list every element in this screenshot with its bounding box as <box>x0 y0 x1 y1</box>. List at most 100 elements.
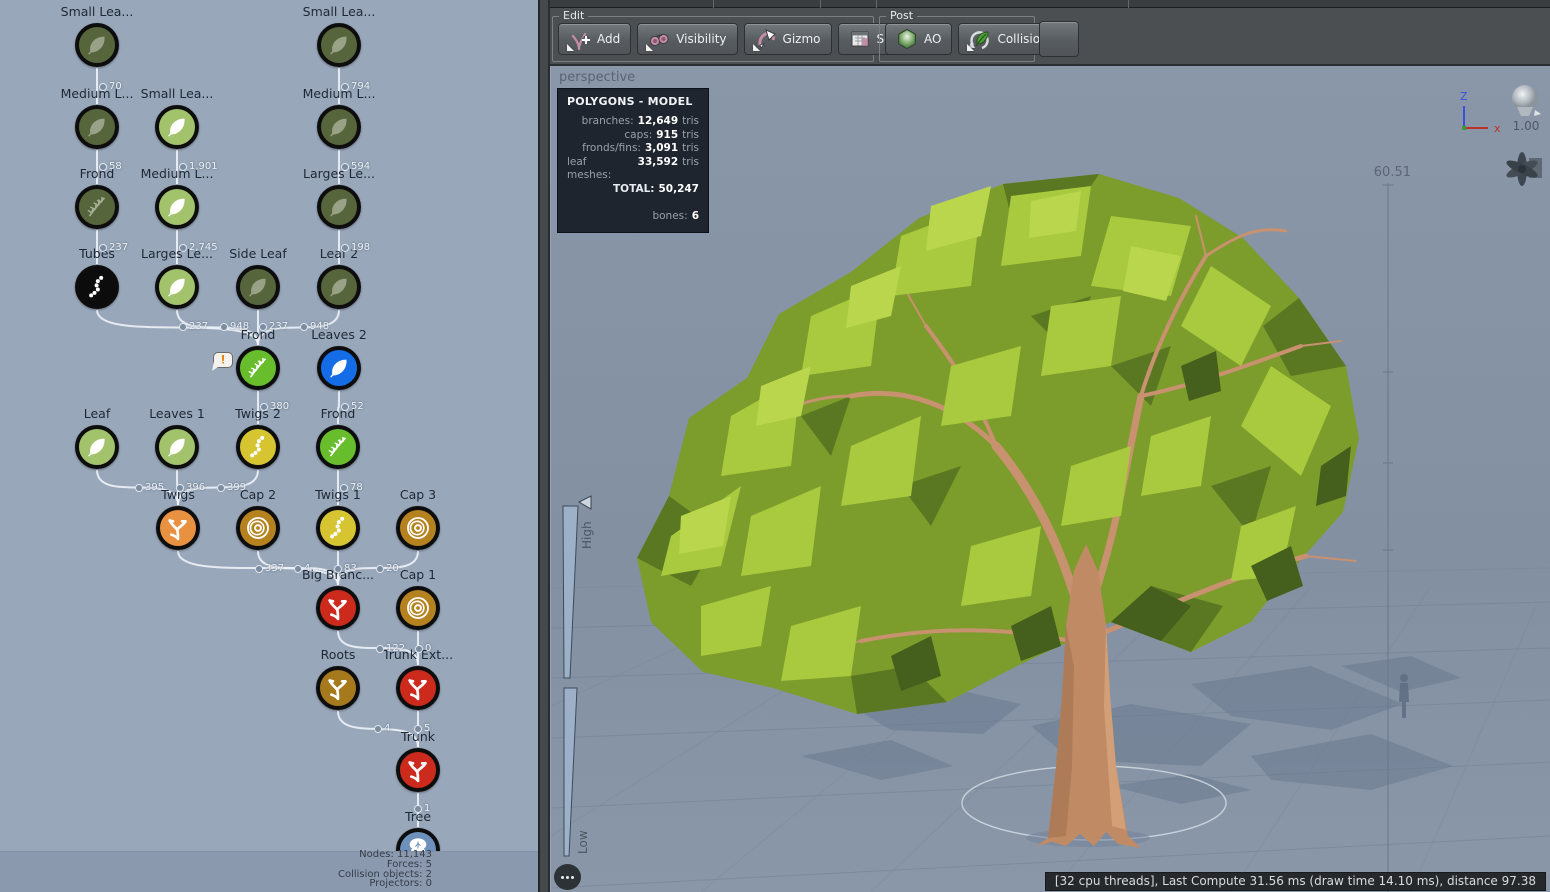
lod-high-label: High <box>580 521 594 549</box>
edge-count-label: 594 <box>341 161 370 172</box>
visibility-button[interactable]: Visibility <box>637 23 737 55</box>
edge-count-label: 52 <box>341 401 364 412</box>
graph-node-tubes[interactable] <box>75 265 119 309</box>
gizmo-arrow-icon <box>755 28 777 50</box>
edge-count-label: 396 <box>176 482 205 493</box>
back-button[interactable] <box>1039 21 1079 57</box>
node-editor-footer: Nodes: 11,143Forces: 5Collision objects:… <box>0 851 538 892</box>
toolbar-group-post: PostAOCollision <box>879 16 1035 62</box>
tree-model[interactable] <box>637 174 1359 848</box>
edge-count-label: 122 <box>376 643 405 654</box>
toolbar: EditAddVisibilityGizmoSeasonPostAOCollis… <box>550 0 1550 66</box>
node-graph-panel[interactable]: Small Lea...Small Lea...Medium L...Small… <box>0 0 538 892</box>
button-label: Add <box>597 32 620 46</box>
node-edge <box>338 391 339 424</box>
graph-node-medium-l[interactable] <box>75 105 119 149</box>
graph-node-cap-1[interactable] <box>396 586 440 630</box>
graph-node-small-lea[interactable] <box>317 23 361 67</box>
graph-node-cap-2[interactable] <box>236 506 280 550</box>
lod-slider[interactable]: High Low <box>563 496 594 856</box>
graph-node-big-branc[interactable] <box>316 586 360 630</box>
graph-node-frond[interactable] <box>236 346 280 390</box>
polygons-panel: POLYGONS - MODEL branches:12,649triscaps… <box>557 88 709 233</box>
graph-node-small-lea[interactable] <box>155 105 199 149</box>
edge-count-label: 237 <box>259 321 288 332</box>
axis-gizmo: Z x <box>1460 90 1501 135</box>
ao-button[interactable]: AO <box>885 23 952 55</box>
3d-viewport[interactable]: perspective <box>550 66 1550 892</box>
wind-widget[interactable] <box>1504 152 1542 186</box>
polygon-stat-row: caps:915tris <box>567 129 699 143</box>
edge-count-label: 70 <box>99 81 122 92</box>
graph-node-frond[interactable] <box>75 185 119 229</box>
edge-count-label: 198 <box>341 242 370 253</box>
edge-count-label: 395 <box>135 482 164 493</box>
graph-node-leaf[interactable] <box>75 425 119 469</box>
light-widget[interactable]: 1.00 <box>1512 85 1541 133</box>
graph-node-twigs[interactable] <box>156 506 200 550</box>
warning-icon[interactable]: ! <box>213 352 233 368</box>
ao-hexagon-icon <box>896 28 918 50</box>
edge-count-label: 5 <box>414 723 430 734</box>
add-button[interactable]: Add <box>558 23 631 55</box>
right-pane: EditAddVisibilityGizmoSeasonPostAOCollis… <box>550 0 1550 892</box>
lod-low-label: Low <box>576 830 590 854</box>
toolbar-cropped-row <box>550 0 1550 8</box>
graph-stat-line: Projectors: 0 <box>338 879 432 889</box>
add-branch-icon <box>569 28 591 50</box>
button-label: Visibility <box>676 32 726 46</box>
calendar-icon <box>849 28 871 50</box>
axis-x-label: x <box>1494 122 1501 135</box>
edge-count-label: 948 <box>300 321 329 332</box>
graph-node-trunk-ext[interactable] <box>396 666 440 710</box>
edge-count-label: 4 <box>374 723 390 734</box>
light-intensity-value: 1.00 <box>1513 119 1540 133</box>
more-options-button[interactable] <box>554 864 581 890</box>
panel-splitter[interactable] <box>538 0 550 892</box>
bones-row: bones: 6 <box>567 210 699 224</box>
toolbar-group-edit: EditAddVisibilityGizmoSeason <box>552 16 874 62</box>
button-label: AO <box>924 32 941 46</box>
edge-count-label: 0 <box>415 643 431 654</box>
edge-count-label: 794 <box>341 81 370 92</box>
edge-count-label: 1 <box>414 803 430 814</box>
graph-node-trunk[interactable] <box>396 748 440 792</box>
graph-node-medium-l[interactable] <box>155 185 199 229</box>
toolbar-group-label: Edit <box>559 9 588 22</box>
binoculars-icon <box>648 28 670 50</box>
graph-node-twigs-1[interactable] <box>316 506 360 550</box>
lod-handle[interactable] <box>579 496 591 509</box>
graph-node-side-leaf[interactable] <box>236 265 280 309</box>
compute-status-bar: [32 cpu threads], Last Compute 31.56 ms … <box>1045 872 1546 891</box>
edge-count-label: 2,745 <box>179 242 218 253</box>
edge-count-label: 83 <box>334 563 357 574</box>
edge-count-label: 58 <box>99 161 122 172</box>
graph-node-small-lea[interactable] <box>75 23 119 67</box>
edge-count-label: 948 <box>220 321 249 332</box>
graph-node-larges-le[interactable] <box>155 265 199 309</box>
edge-count-label: 337 <box>255 563 284 574</box>
graph-node-larges-le[interactable] <box>317 185 361 229</box>
graph-node-frond[interactable] <box>316 425 360 469</box>
polygon-stat-row: fronds/fins:3,091tris <box>567 142 699 156</box>
graph-node-cap-3[interactable] <box>396 506 440 550</box>
polygon-stat-row: leaf meshes:33,592tris <box>567 156 699 183</box>
speedtree-app: Small Lea...Small Lea...Medium L...Small… <box>0 0 1550 892</box>
graph-node-roots[interactable] <box>316 666 360 710</box>
edge-count-label: 4 <box>294 563 310 574</box>
graph-node-leaves-1[interactable] <box>155 425 199 469</box>
gizmo-button[interactable]: Gizmo <box>744 23 832 55</box>
graph-stats: Nodes: 11,143Forces: 5Collision objects:… <box>338 850 432 889</box>
graph-node-leaf-2[interactable] <box>317 265 361 309</box>
edge-count-label: 1,901 <box>179 161 218 172</box>
edge-count-label: 20 <box>376 563 399 574</box>
edge-count-label: 380 <box>260 401 289 412</box>
graph-node-medium-l[interactable] <box>317 105 361 149</box>
polygons-panel-title: POLYGONS - MODEL <box>567 95 699 108</box>
graph-node-leaves-2[interactable] <box>317 346 361 390</box>
edge-count-label: 399 <box>217 482 246 493</box>
collision-leaf-icon <box>969 28 991 50</box>
graph-node-twigs-2[interactable] <box>236 425 280 469</box>
polygon-stat-row: TOTAL:50,247 <box>567 183 699 197</box>
edge-count-label: 237 <box>99 242 128 253</box>
